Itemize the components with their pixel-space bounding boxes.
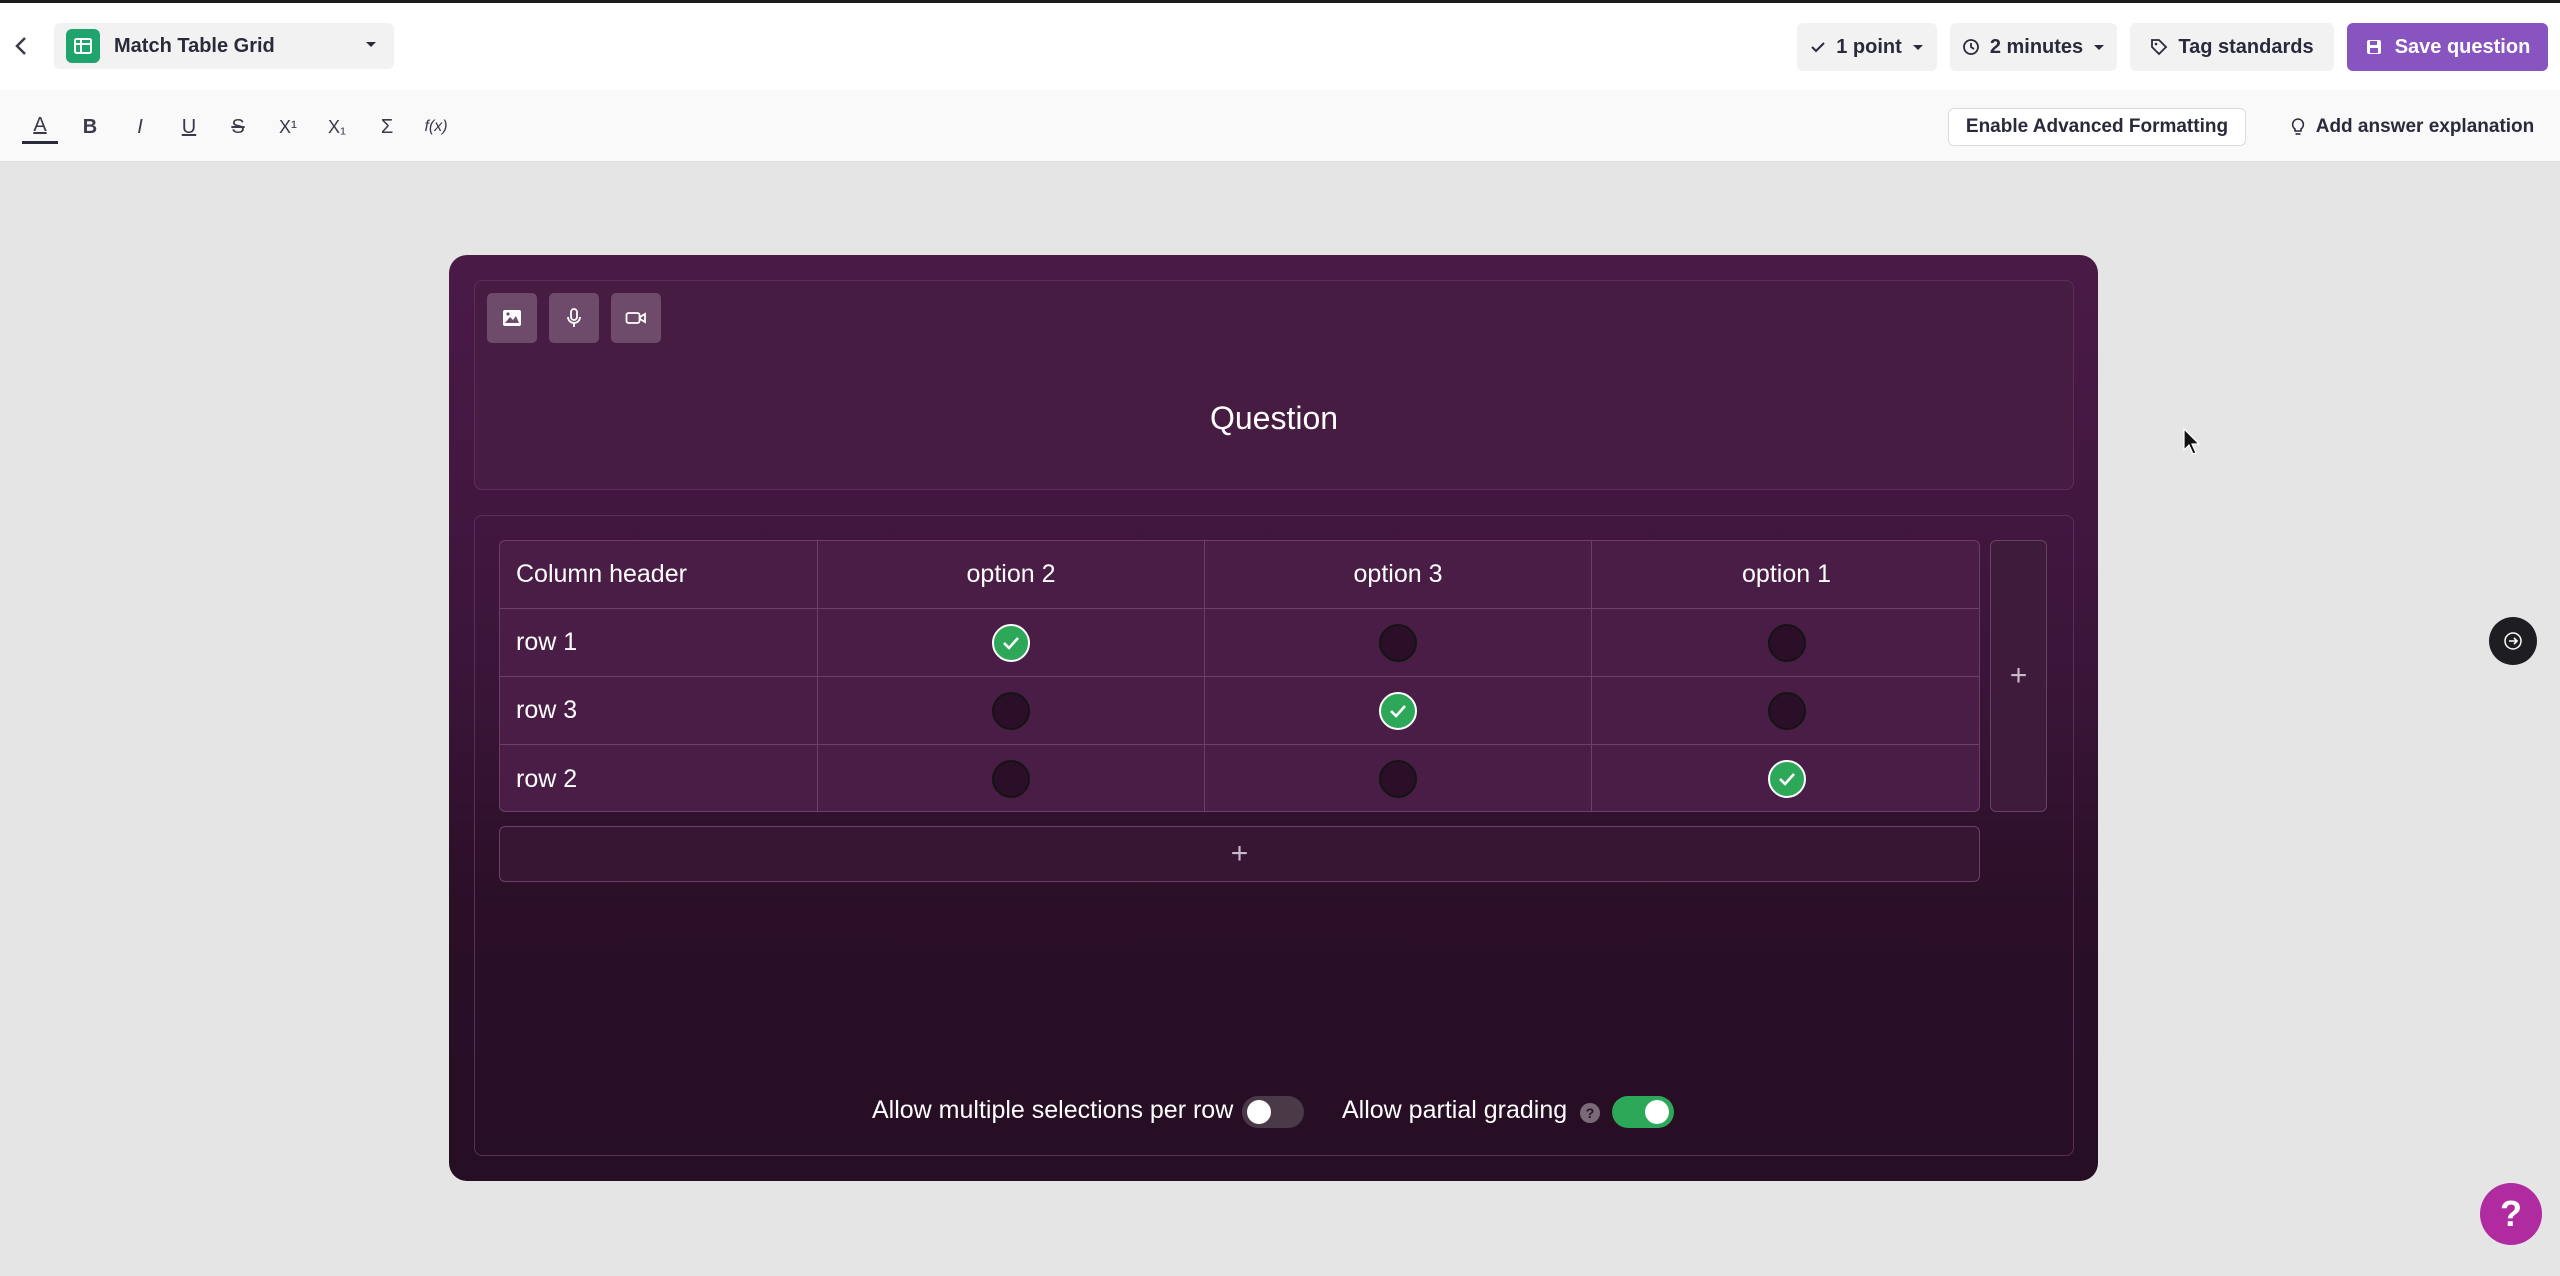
selected-radio[interactable] [1767, 760, 1806, 798]
add-answer-explanation-button[interactable]: Add answer explanation [2282, 108, 2542, 146]
superscript-button[interactable]: X¹ [270, 110, 306, 144]
row-label-cell[interactable]: row 1 [500, 609, 818, 677]
tag-standards-button[interactable]: Tag standards [2130, 23, 2334, 71]
toggle-knob [1247, 1100, 1271, 1124]
italic-button[interactable]: I [122, 110, 158, 144]
strikethrough-button[interactable]: S [220, 110, 256, 144]
allow-partial-toggle[interactable] [1612, 1096, 1674, 1128]
grid-cell [1205, 745, 1592, 811]
question-placeholder[interactable]: Question [474, 400, 2074, 437]
unselected-radio[interactable] [992, 691, 1030, 730]
question-type-label: Match Table Grid [114, 34, 275, 57]
chevron-left-icon [15, 37, 26, 55]
equation-button[interactable]: Σ [369, 110, 405, 144]
grid-cell [818, 609, 1205, 677]
insert-image-button[interactable] [487, 293, 537, 343]
clock-icon [1962, 39, 1979, 55]
match-table-grid: Column header option 2 option 3 option 1… [499, 540, 1980, 812]
column-header-cell[interactable]: Column header [500, 541, 818, 609]
column-header-option[interactable]: option 3 [1205, 541, 1592, 609]
points-label: 1 point [1836, 35, 1902, 58]
caret-down-icon [1912, 45, 1923, 50]
mouse-cursor-icon [2183, 428, 2201, 455]
check-icon [1003, 636, 1019, 650]
time-label: 2 minutes [1989, 35, 2084, 58]
enable-advanced-formatting-button[interactable]: Enable Advanced Formatting [1948, 108, 2246, 146]
grid-cell [1205, 609, 1592, 677]
grid-cell [818, 677, 1205, 745]
unselected-radio[interactable] [992, 760, 1030, 798]
row-label-cell[interactable]: row 3 [500, 677, 818, 745]
allow-multiple-toggle[interactable] [1242, 1096, 1304, 1128]
underline-button[interactable]: U [171, 110, 207, 144]
caret-down-icon [366, 42, 376, 47]
column-header-option[interactable]: option 2 [818, 541, 1205, 609]
caret-down-icon [2094, 45, 2105, 50]
allow-partial-label: Allow partial grading [1342, 1096, 1568, 1124]
help-button[interactable]: ? [2480, 1183, 2542, 1245]
arrow-right-icon [2504, 632, 2522, 650]
next-button[interactable] [2489, 617, 2537, 665]
grid-cell [1592, 609, 1979, 677]
insert-video-button[interactable] [611, 293, 661, 343]
grid-cell [1592, 677, 1979, 745]
tag-standards-label: Tag standards [2178, 35, 2314, 58]
tag-icon [2151, 39, 2168, 56]
lightbulb-icon [2291, 118, 2304, 135]
check-icon [1778, 773, 1795, 786]
check-icon [1811, 42, 1825, 53]
points-dropdown[interactable]: 1 point [1797, 23, 1937, 71]
add-row-button[interactable]: + [499, 826, 1980, 882]
grid-cell [818, 745, 1205, 811]
selected-radio[interactable] [1379, 691, 1417, 730]
plus-icon: + [1230, 837, 1249, 870]
unselected-radio[interactable] [1379, 760, 1417, 798]
insert-audio-button[interactable] [549, 293, 599, 343]
unselected-radio[interactable] [1767, 623, 1806, 662]
unselected-radio[interactable] [1767, 691, 1806, 730]
subscript-button[interactable]: X₁ [319, 110, 355, 144]
grid-cell [1205, 677, 1592, 745]
unselected-radio[interactable] [1379, 623, 1417, 662]
format-toolbar: A B I U S X¹ X₁ Σ f(x) Enable Advanced F… [0, 90, 2560, 162]
column-header-option[interactable]: option 1 [1592, 541, 1979, 609]
video-camera-icon [625, 312, 646, 324]
add-column-button[interactable]: + [1990, 540, 2047, 812]
function-button[interactable]: f(x) [418, 110, 454, 144]
microphone-icon [567, 308, 581, 327]
back-button[interactable] [6, 27, 36, 65]
time-dropdown[interactable]: 2 minutes [1950, 23, 2117, 71]
selected-radio[interactable] [992, 623, 1030, 662]
row-label-cell[interactable]: row 2 [500, 745, 818, 811]
check-icon [1390, 704, 1406, 718]
plus-icon: + [2009, 659, 2028, 692]
help-icon[interactable]: ? [1580, 1103, 1600, 1123]
allow-multiple-label: Allow multiple selections per row [872, 1096, 1234, 1124]
toggle-knob [1645, 1100, 1669, 1124]
save-question-button[interactable]: Save question [2347, 23, 2548, 71]
image-icon [503, 310, 521, 326]
grid-cell [1592, 745, 1979, 811]
save-question-label: Save question [2394, 35, 2531, 58]
top-bar: Match Table Grid 1 point 2 minutes Tag s… [0, 0, 2560, 90]
bold-button[interactable]: B [72, 110, 108, 144]
question-editor[interactable] [474, 280, 2074, 490]
text-color-button[interactable]: A [22, 110, 58, 144]
question-type-dropdown[interactable]: Match Table Grid [54, 23, 394, 69]
save-icon [2366, 40, 2381, 54]
table-grid-icon [66, 29, 100, 63]
